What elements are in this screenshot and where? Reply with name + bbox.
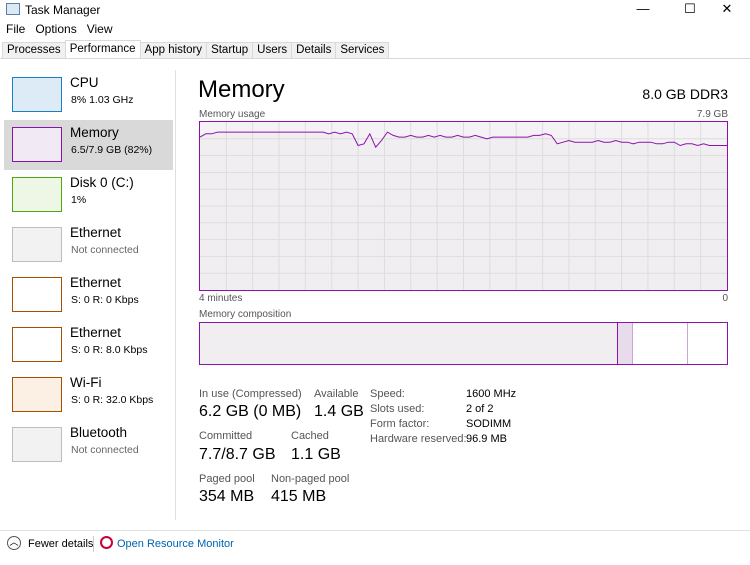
divider xyxy=(0,58,750,59)
usage-label: Memory usage xyxy=(199,109,266,120)
composition-in-use[interactable] xyxy=(200,323,618,364)
memory-usage-chart xyxy=(199,122,727,290)
thumbnail-graph xyxy=(12,277,62,312)
available-value: 1.4 GB xyxy=(314,403,364,420)
spec-value: SODIMM xyxy=(466,418,512,430)
sidebar-item-cpu-0[interactable]: CPU 8% 1.03 GHz xyxy=(4,70,173,120)
divider xyxy=(93,536,94,552)
menu-bar: File Options View xyxy=(0,22,117,38)
composition-free[interactable] xyxy=(688,323,727,364)
sidebar-item-ethernet-4[interactable]: Ethernet S: 0 R: 0 Kbps xyxy=(4,270,173,320)
spec-label: Form factor: xyxy=(370,418,430,430)
menu-file[interactable]: File xyxy=(6,22,25,36)
title-bar: Task Manager — ☐ ✕ xyxy=(0,0,750,20)
tab-startup[interactable]: Startup xyxy=(206,42,254,59)
task-manager-icon xyxy=(6,3,20,15)
composition-modified[interactable] xyxy=(617,323,633,364)
spec-label: Speed: xyxy=(370,388,405,400)
sidebar: CPU 8% 1.03 GHz Memory 6.5/7.9 GB (82%) … xyxy=(0,70,176,520)
fewer-details-button[interactable]: Fewer details xyxy=(28,538,93,550)
sidebar-item-wi-fi-6[interactable]: Wi-Fi S: 0 R: 32.0 Kbps xyxy=(4,370,173,420)
cached-label: Cached xyxy=(291,430,329,442)
thumbnail-graph xyxy=(12,227,62,262)
paged-pool-value: 354 MB xyxy=(199,488,255,505)
tab-performance[interactable]: Performance xyxy=(64,40,141,59)
usage-max: 7.9 GB xyxy=(696,109,728,120)
divider xyxy=(0,530,750,531)
resource-monitor-icon xyxy=(100,536,113,549)
time-end-label: 0 xyxy=(722,293,728,304)
sidebar-item-sub: 1% xyxy=(71,194,87,206)
sidebar-item-bluetooth-7[interactable]: Bluetooth Not connected xyxy=(4,420,173,470)
footer: ︿ Fewer details Open Resource Monitor xyxy=(0,530,750,560)
sidebar-item-label: Bluetooth xyxy=(70,425,128,440)
thumbnail-graph xyxy=(12,427,62,462)
sidebar-item-ethernet-3[interactable]: Ethernet Not connected xyxy=(4,220,173,270)
sidebar-item-sub: 8% 1.03 GHz xyxy=(71,94,134,106)
sidebar-item-sub: Not connected xyxy=(71,444,139,456)
memory-usage-graph xyxy=(199,121,728,291)
thumbnail-graph xyxy=(12,77,62,112)
tab-processes[interactable]: Processes xyxy=(2,42,66,59)
committed-label: Committed xyxy=(199,430,253,442)
tab-details[interactable]: Details xyxy=(291,42,337,59)
sidebar-item-sub: S: 0 R: 8.0 Kbps xyxy=(71,344,148,356)
composition-standby[interactable] xyxy=(632,323,688,364)
time-start-label: 4 minutes xyxy=(199,293,243,304)
memory-spec: 8.0 GB DDR3 xyxy=(642,86,728,102)
minimize-button[interactable]: — xyxy=(620,0,666,20)
menu-view[interactable]: View xyxy=(87,22,113,36)
spec-label: Hardware reserved: xyxy=(370,433,467,445)
paged-pool-label: Paged pool xyxy=(199,473,255,485)
chevron-up-icon[interactable]: ︿ xyxy=(7,536,21,550)
sidebar-item-memory-1[interactable]: Memory 6.5/7.9 GB (82%) xyxy=(4,120,173,170)
sidebar-item-label: Memory xyxy=(70,125,119,140)
open-resource-monitor-link[interactable]: Open Resource Monitor xyxy=(117,538,234,550)
spec-value: 96.9 MB xyxy=(466,433,507,445)
sidebar-item-sub: S: 0 R: 32.0 Kbps xyxy=(71,394,154,406)
tab-users[interactable]: Users xyxy=(252,42,293,59)
committed-value: 7.7/8.7 GB xyxy=(199,446,276,463)
nonpaged-pool-value: 415 MB xyxy=(271,488,327,505)
sidebar-item-label: CPU xyxy=(70,75,99,90)
spec-value: 2 of 2 xyxy=(466,403,494,415)
window-title: Task Manager xyxy=(25,3,101,17)
tab-app-history[interactable]: App history xyxy=(139,42,208,59)
spec-label: Slots used: xyxy=(370,403,425,415)
sidebar-item-label: Ethernet xyxy=(70,275,122,290)
sidebar-item-label: Ethernet xyxy=(70,325,122,340)
menu-options[interactable]: Options xyxy=(35,22,76,36)
sidebar-item-label: Ethernet xyxy=(70,225,122,240)
in-use-value: 6.2 GB (0 MB) xyxy=(199,403,302,420)
close-button[interactable]: ✕ xyxy=(704,0,750,20)
sidebar-item-sub: 6.5/7.9 GB (82%) xyxy=(71,144,153,156)
composition-label: Memory composition xyxy=(199,309,292,320)
sidebar-item-sub: Not connected xyxy=(71,244,139,256)
nonpaged-pool-label: Non-paged pool xyxy=(271,473,350,485)
page-title: Memory xyxy=(198,76,285,103)
cached-value: 1.1 GB xyxy=(291,446,341,463)
sidebar-item-label: Disk 0 (C:) xyxy=(70,175,134,190)
sidebar-item-ethernet-5[interactable]: Ethernet S: 0 R: 8.0 Kbps xyxy=(4,320,173,370)
thumbnail-graph xyxy=(12,127,62,162)
tab-services[interactable]: Services xyxy=(335,42,390,59)
thumbnail-graph xyxy=(12,177,62,212)
thumbnail-graph xyxy=(12,327,62,362)
thumbnail-graph xyxy=(12,377,62,412)
memory-composition-bar xyxy=(199,322,728,365)
sidebar-item-sub: S: 0 R: 0 Kbps xyxy=(71,294,139,306)
in-use-label: In use (Compressed) xyxy=(199,388,302,400)
sidebar-item-disk-0-c--2[interactable]: Disk 0 (C:) 1% xyxy=(4,170,173,220)
sidebar-item-label: Wi-Fi xyxy=(70,375,102,390)
available-label: Available xyxy=(314,388,359,400)
tab-bar: Processes Performance App history Startu… xyxy=(2,40,390,59)
spec-value: 1600 MHz xyxy=(466,388,517,400)
